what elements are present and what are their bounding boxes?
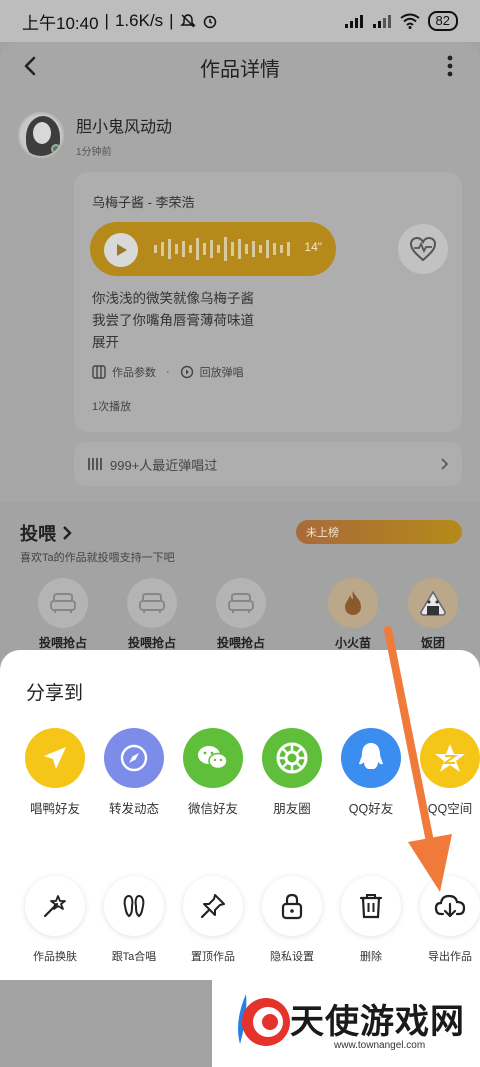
heartbeat-button[interactable] xyxy=(398,224,448,274)
alarm-icon xyxy=(203,15,216,29)
recent-performers-text: 999+人最近弹唱过 xyxy=(110,457,218,473)
page-title: 作品详情 xyxy=(200,58,280,81)
battery-level: 82 xyxy=(427,11,458,31)
share-moments[interactable]: 朋友圈 xyxy=(252,728,332,817)
back-button[interactable] xyxy=(16,52,44,80)
mute-bell-icon xyxy=(179,14,196,28)
watermark-url: www.townangel.com xyxy=(334,1040,426,1051)
flame-icon xyxy=(345,591,361,615)
watermark-logo xyxy=(238,994,290,1046)
expand-link[interactable]: 展开 xyxy=(92,332,254,354)
barcode-icon xyxy=(88,458,102,470)
share-sheet-title: 分享到 xyxy=(26,683,84,704)
wechat-icon xyxy=(198,746,228,770)
play-icon xyxy=(117,244,127,256)
song-title: 乌梅子酱 - 李荣浩 xyxy=(92,195,195,210)
replay-link[interactable]: 回放弹唱 xyxy=(200,364,244,380)
replay-icon xyxy=(180,365,193,379)
sofa-icon xyxy=(228,593,254,613)
magic-wand-icon xyxy=(43,895,66,918)
gift-riceball[interactable]: 饭团 xyxy=(398,578,468,651)
lyric-line: 你浅浅的微笑就像乌梅子酱 xyxy=(92,291,254,306)
qzone-icon xyxy=(435,744,465,772)
more-button[interactable] xyxy=(440,52,460,80)
signal-icon xyxy=(344,15,363,28)
privacy-settings-button[interactable]: 隐私设置 xyxy=(252,876,332,964)
recent-performers-bar[interactable]: 999+人最近弹唱过 xyxy=(74,442,462,486)
header: 作品详情 xyxy=(0,42,480,92)
sofa-icon xyxy=(139,593,165,613)
actions-row: 作品换肤 跟Ta合唱 置顶作品 隐私设置 删除 导出作品 xyxy=(0,876,480,976)
send-icon xyxy=(44,747,66,769)
cloud-download-icon xyxy=(434,894,466,918)
export-work-button[interactable]: 导出作品 xyxy=(410,876,480,964)
share-targets-row: 唱鸭好友 转发动态 微信好友 朋友圈 QQ好友 QQ空间 xyxy=(0,728,480,828)
watermark: 天使游戏网 www.townangel.com xyxy=(212,980,480,1067)
share-sheet: 分享到 唱鸭好友 转发动态 微信好友 朋友圈 QQ好友 QQ空间 作品换肤 跟T… xyxy=(0,650,480,980)
online-dot xyxy=(51,144,61,154)
status-time: 上午10:40 xyxy=(22,13,99,33)
wifi-icon xyxy=(399,13,420,29)
chevron-left-icon xyxy=(24,56,36,76)
feed-section-title[interactable]: 投喂 xyxy=(20,520,72,546)
compass-icon xyxy=(120,744,148,772)
sofa-icon xyxy=(50,593,76,613)
lock-icon xyxy=(281,893,303,920)
status-net-speed: 1.6K/s xyxy=(114,11,164,30)
riceball-icon xyxy=(420,590,446,616)
feed-slot[interactable]: 投喂抢占 xyxy=(28,578,98,651)
qq-icon xyxy=(359,743,383,769)
duet-button[interactable]: 跟Ta合唱 xyxy=(94,876,174,964)
pin-top-button[interactable]: 置顶作品 xyxy=(173,876,253,964)
signal-icon-2 xyxy=(372,15,391,28)
avatar[interactable] xyxy=(18,112,64,158)
feed-slot[interactable]: 投喂抢占 xyxy=(206,578,276,651)
author-row[interactable]: 胆小鬼风动动 1分钟前 xyxy=(18,112,172,158)
share-changya-friend[interactable]: 唱鸭好友 xyxy=(15,728,95,817)
audio-player[interactable]: 14" xyxy=(90,222,336,276)
feed-subtitle: 喜欢Ta的作品就投喂支持一下吧 xyxy=(20,552,175,564)
rank-badge[interactable]: 未上榜 xyxy=(296,520,462,544)
chevron-right-icon xyxy=(441,458,448,470)
trash-icon xyxy=(359,894,383,919)
waveform xyxy=(154,237,290,261)
gift-row: 投喂抢占 投喂抢占 投喂抢占 小火苗 饭团 xyxy=(0,578,480,658)
duration: 14" xyxy=(304,240,322,254)
play-count: 1次播放 xyxy=(92,401,132,413)
author-name[interactable]: 胆小鬼风动动 xyxy=(76,113,172,137)
pin-icon xyxy=(200,894,225,919)
more-vertical-icon xyxy=(447,55,453,77)
moments-icon xyxy=(276,742,308,774)
heartbeat-icon xyxy=(409,236,437,262)
footprints-icon xyxy=(123,894,145,918)
share-wechat-friend[interactable]: 微信好友 xyxy=(173,728,253,817)
delete-button[interactable]: 删除 xyxy=(331,876,411,964)
song-card: 乌梅子酱 - 李荣浩 14" 你浅浅的微笑就像乌梅子酱 我尝了你嘴角唇膏薄荷味道… xyxy=(74,172,462,432)
meta-row: 作品参数 · 回放弹唱 xyxy=(92,364,244,380)
share-repost[interactable]: 转发动态 xyxy=(94,728,174,817)
feed-slot[interactable]: 投喂抢占 xyxy=(117,578,187,651)
lyric-line: 我尝了你嘴角唇膏薄荷味道 xyxy=(92,313,254,328)
skin-change-button[interactable]: 作品换肤 xyxy=(15,876,95,964)
play-button[interactable] xyxy=(104,233,138,267)
gift-fire[interactable]: 小火苗 xyxy=(318,578,388,651)
share-qzone[interactable]: QQ空间 xyxy=(410,728,480,817)
chevron-right-icon xyxy=(63,526,72,540)
share-qq-friend[interactable]: QQ好友 xyxy=(331,728,411,817)
piano-icon xyxy=(92,365,106,379)
status-bar: 上午10:40 | 1.6K/s | 82 xyxy=(0,0,480,42)
lyrics: 你浅浅的微笑就像乌梅子酱 我尝了你嘴角唇膏薄荷味道 展开 xyxy=(92,288,254,354)
watermark-brand: 天使游戏网 xyxy=(290,1003,465,1041)
post-time: 1分钟前 xyxy=(76,146,112,158)
params-link[interactable]: 作品参数 xyxy=(112,364,156,380)
